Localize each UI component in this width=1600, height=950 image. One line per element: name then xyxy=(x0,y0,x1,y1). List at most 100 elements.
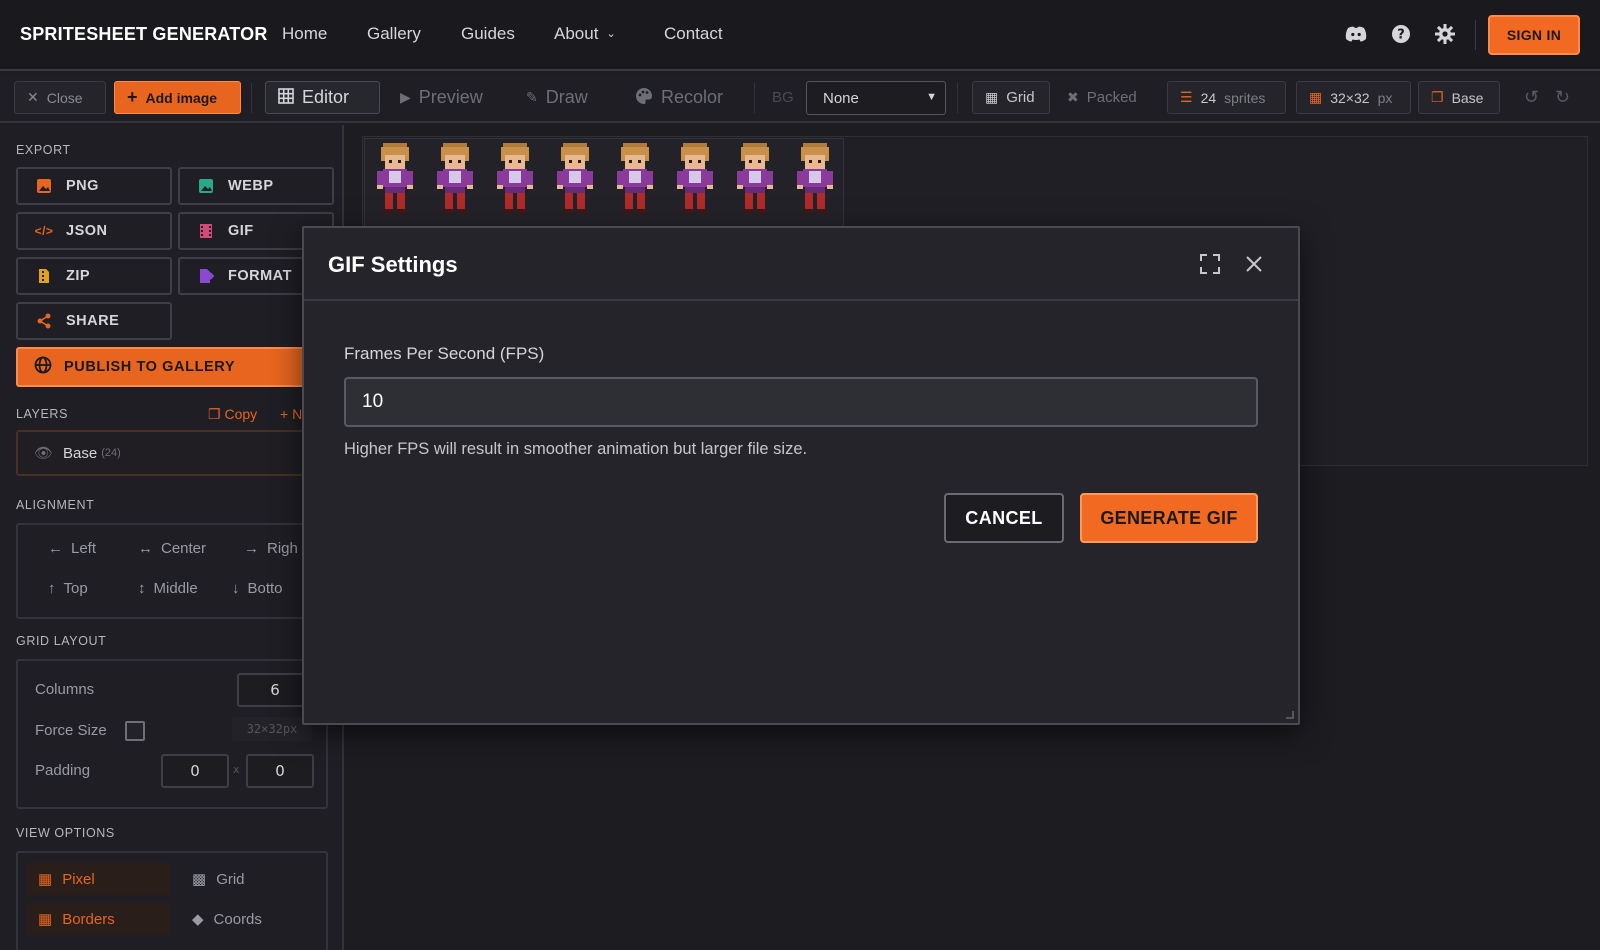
packed-mode-button[interactable]: ✖ Packed xyxy=(1055,81,1149,114)
nav-about[interactable]: About ⌄ xyxy=(554,24,616,44)
nav-divider xyxy=(1475,20,1476,50)
sprite-frame xyxy=(377,143,413,214)
packed-icon: ✖ xyxy=(1067,89,1079,105)
alignment-panel: ← Left ↔ Center → Righ ↑ Top ↕ Middle ↓ Botto xyxy=(16,523,328,619)
export-title: EXPORT xyxy=(16,143,71,157)
sprite-frame xyxy=(557,143,593,214)
bg-select-value: None xyxy=(823,89,859,107)
add-image-button[interactable]: + Add image xyxy=(114,81,241,114)
resize-handle[interactable] xyxy=(1286,711,1294,719)
nav-home[interactable]: Home xyxy=(282,24,327,44)
columns-label: Columns xyxy=(35,681,95,698)
sprite-frame xyxy=(617,143,653,214)
align-right-button[interactable]: → Righ xyxy=(244,540,298,557)
align-middle-label: Middle xyxy=(153,580,198,597)
padding-label: Padding xyxy=(35,762,91,779)
close-button[interactable]: ✕ Close xyxy=(14,81,106,114)
nav-gallery[interactable]: Gallery xyxy=(367,24,421,44)
grid-mode-button[interactable]: ▦ Grid xyxy=(972,81,1050,114)
palette-icon xyxy=(635,87,653,108)
help-icon[interactable]: ? xyxy=(1389,22,1413,46)
layer-item-base[interactable]: 👁 Base (24) xyxy=(16,430,326,476)
export-zip-button[interactable]: ZIP xyxy=(16,257,172,295)
expand-icon[interactable] xyxy=(1196,250,1224,278)
generate-gif-button[interactable]: GENERATE GIF xyxy=(1080,493,1258,543)
view-pixel-toggle[interactable]: ▦ Pixel xyxy=(26,863,170,895)
grid-icon: ▦ xyxy=(985,89,999,105)
fps-help-text: Higher FPS will result in smoother anima… xyxy=(344,440,808,458)
cancel-button[interactable]: CANCEL xyxy=(944,493,1064,543)
export-webp-label: WEBP xyxy=(228,178,274,194)
toolbar-divider xyxy=(754,83,755,113)
grid-icon xyxy=(278,88,294,107)
close-label: Close xyxy=(46,89,83,106)
brush-icon: ✎ xyxy=(526,89,538,105)
tab-draw-label: Draw xyxy=(545,87,588,107)
fps-input[interactable] xyxy=(344,377,1258,427)
sprite-size-unit: px xyxy=(1377,89,1393,106)
sprite-frame xyxy=(437,143,473,214)
view-coords-toggle[interactable]: ◆ Coords xyxy=(180,903,320,935)
nav-contact[interactable]: Contact xyxy=(664,24,723,44)
export-png-button[interactable]: PNG xyxy=(16,167,172,205)
tab-recolor[interactable]: Recolor xyxy=(623,81,735,114)
align-bottom-button[interactable]: ↓ Botto xyxy=(232,580,283,597)
tab-draw[interactable]: ✎ Draw xyxy=(514,81,600,114)
svg-text:?: ? xyxy=(1397,28,1405,43)
tab-editor[interactable]: Editor xyxy=(265,81,380,114)
bg-select[interactable]: None ▼ xyxy=(806,81,946,115)
brand-logo[interactable]: SPRITESHEET GENERATOR xyxy=(20,24,268,45)
sprite-frame xyxy=(737,143,773,214)
toolbar-divider xyxy=(957,83,958,113)
new-layer-button[interactable]: + N xyxy=(280,406,302,422)
share-button[interactable]: SHARE xyxy=(16,302,172,340)
arrow-right-icon: → xyxy=(244,540,259,557)
discord-icon[interactable] xyxy=(1344,22,1368,46)
redo-icon[interactable]: ↻ xyxy=(1543,81,1582,114)
sprite-count: 24 xyxy=(1200,89,1217,106)
settings-gear-icon[interactable] xyxy=(1433,22,1457,46)
sprite-count-badge: ☰ 24 sprites xyxy=(1167,81,1286,114)
chevron-down-icon: ▼ xyxy=(926,91,937,103)
export-json-button[interactable]: </> JSON xyxy=(16,212,172,250)
grid-mode-label: Grid xyxy=(1006,89,1035,106)
view-grid-toggle[interactable]: ▩ Grid xyxy=(180,863,320,895)
arrow-vertical-icon: ↕ xyxy=(138,580,146,597)
export-json-label: JSON xyxy=(66,223,108,239)
export-webp-button[interactable]: WEBP xyxy=(178,167,334,205)
bg-label: BG xyxy=(772,89,794,106)
padding-separator: x xyxy=(233,763,240,776)
export-zip-label: ZIP xyxy=(66,268,91,284)
eye-icon[interactable]: 👁 xyxy=(34,444,53,462)
padding-y-input[interactable]: 0 xyxy=(246,754,314,788)
sidebar: EXPORT PNG WEBP </> JSON GIF ZIP FORMAT … xyxy=(0,125,344,950)
copy-layer-button[interactable]: ❐ Copy xyxy=(208,406,257,423)
align-bottom-label: Botto xyxy=(247,580,283,597)
arrow-down-icon: ↓ xyxy=(232,580,240,597)
image-icon xyxy=(36,178,52,194)
view-grid-label: Grid xyxy=(216,870,245,888)
arrow-up-icon: ↑ xyxy=(48,580,56,597)
base-layer-button[interactable]: ❐ Base xyxy=(1418,81,1500,114)
close-icon[interactable] xyxy=(1240,250,1268,278)
grid-layout-title: GRID LAYOUT xyxy=(16,634,107,648)
align-top-button[interactable]: ↑ Top xyxy=(48,580,88,597)
layers-title: LAYERS xyxy=(16,407,69,421)
sprite-size-badge: ▦ 32×32 px xyxy=(1296,81,1411,114)
align-left-button[interactable]: ← Left xyxy=(48,540,96,557)
padding-x-input[interactable]: 0 xyxy=(161,754,229,788)
align-middle-button[interactable]: ↕ Middle xyxy=(138,580,198,597)
sprite-sheet[interactable] xyxy=(364,138,844,228)
sign-in-button[interactable]: SIGN IN xyxy=(1488,15,1580,55)
nav-guides[interactable]: Guides xyxy=(461,24,515,44)
align-center-button[interactable]: ↔ Center xyxy=(138,540,206,557)
layer-count: (24) xyxy=(101,447,121,459)
view-borders-toggle[interactable]: ▦ Borders xyxy=(26,903,170,935)
dialog-header: GIF Settings xyxy=(304,228,1298,301)
force-size-checkbox[interactable] xyxy=(125,721,145,741)
tag-icon: ◆ xyxy=(192,911,204,928)
border-icon: ▦ xyxy=(38,911,53,928)
publish-to-gallery-button[interactable]: PUBLISH TO GALLERY xyxy=(16,347,326,387)
tab-preview[interactable]: ▶ Preview xyxy=(388,81,495,114)
export-png-label: PNG xyxy=(66,178,99,194)
